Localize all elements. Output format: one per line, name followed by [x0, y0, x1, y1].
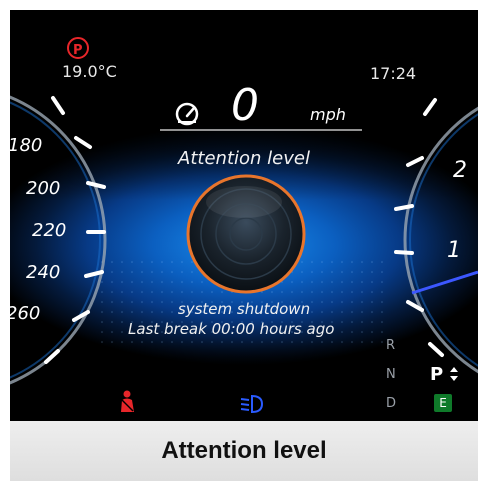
gear-selector-arrows-icon: [450, 367, 458, 381]
attention-status: system shutdown: [177, 300, 311, 318]
gear-r: R: [386, 338, 396, 353]
low-beam-icon: [240, 394, 264, 414]
tachometer-label: 1: [447, 238, 461, 263]
speedometer-label: 240: [26, 262, 61, 283]
attention-dial: [186, 174, 306, 294]
speedometer-label: 180: [10, 135, 43, 156]
eco-mode-badge: E: [434, 394, 452, 412]
caption-text: Attention level: [161, 437, 327, 464]
speed-value: 0: [231, 80, 259, 131]
speedometer-tick: [51, 96, 65, 115]
tachometer-label: 2: [453, 158, 467, 183]
screenshot-frame: P 19.0°C 17:24 0 mph Attention level sys…: [10, 10, 478, 481]
tachometer: [394, 98, 478, 374]
tachometer-tick: [394, 250, 414, 255]
caption-banner: Attention level: [10, 421, 478, 481]
attention-title: Attention level: [178, 148, 310, 169]
speedometer-label: 220: [32, 220, 67, 241]
speedometer-label: 260: [10, 303, 41, 324]
speed-unit: mph: [310, 105, 346, 124]
speedometer-label: 200: [26, 178, 61, 199]
seatbelt-warning-icon: [121, 390, 134, 412]
outside-temperature: 19.0°C: [62, 62, 117, 81]
speedometer-tick: [74, 136, 92, 149]
parking-brake-icon: P: [67, 37, 89, 59]
gear-n: N: [386, 367, 396, 382]
clock: 17:24: [370, 64, 417, 83]
tachometer-tick: [428, 342, 444, 357]
tachometer-tick: [423, 98, 437, 116]
gear-d: D: [386, 396, 397, 411]
attention-last-break: Last break 00:00 hours ago: [128, 320, 335, 338]
speedometer-icon: [175, 102, 199, 126]
svg-text:P: P: [73, 43, 83, 58]
instrument-cluster: P 19.0°C 17:24 0 mph Attention level sys…: [10, 10, 478, 421]
tachometer-needle: [411, 270, 478, 295]
gear-p: P: [430, 364, 444, 385]
